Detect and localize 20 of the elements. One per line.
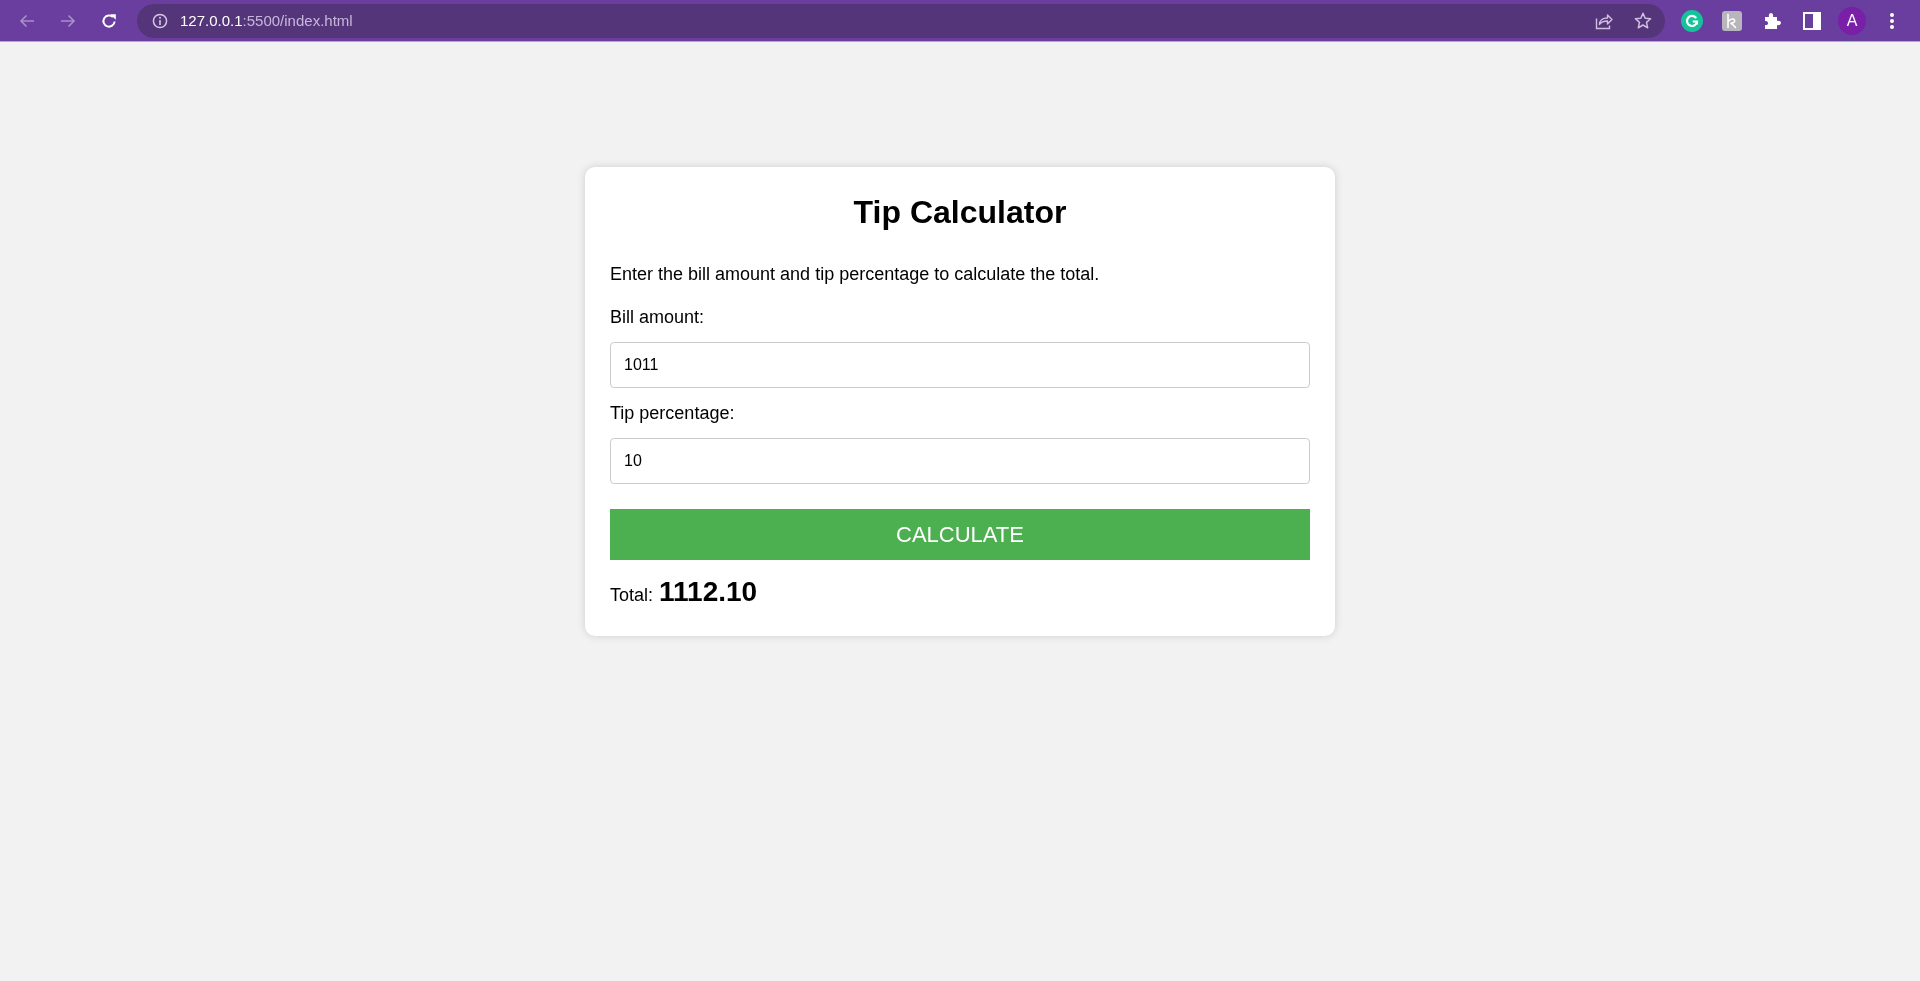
- profile-button[interactable]: A: [1838, 6, 1866, 35]
- info-icon[interactable]: [152, 12, 168, 29]
- extension-tile-icon[interactable]: [1722, 10, 1742, 31]
- side-panel-icon[interactable]: [1803, 11, 1821, 30]
- input-field[interactable]: 1011: [610, 342, 1310, 388]
- share-icon[interactable]: [1595, 11, 1613, 30]
- grammar-extension-icon[interactable]: [1681, 9, 1703, 32]
- field-label: Bill amount:: [610, 307, 705, 328]
- puzzle-icon[interactable]: [1763, 11, 1781, 30]
- url-text: 127.0.0.1:5500/index.html: [180, 12, 353, 29]
- card-title: Tip Calculator: [853, 194, 1067, 231]
- address-bar[interactable]: 127.0.0.1:5500/index.html: [137, 3, 1665, 38]
- reload-icon[interactable]: [101, 12, 117, 29]
- field-label: Tip percentage:: [610, 403, 735, 424]
- menu-icon[interactable]: [1889, 11, 1895, 30]
- total-label: Total:: [610, 584, 654, 607]
- star-icon[interactable]: [1634, 11, 1652, 30]
- total-value: 1112.10: [659, 576, 758, 608]
- input-field[interactable]: 10: [610, 438, 1310, 484]
- description-text: Enter the bill amount and tip percentage to calculate the total.: [610, 264, 1100, 285]
